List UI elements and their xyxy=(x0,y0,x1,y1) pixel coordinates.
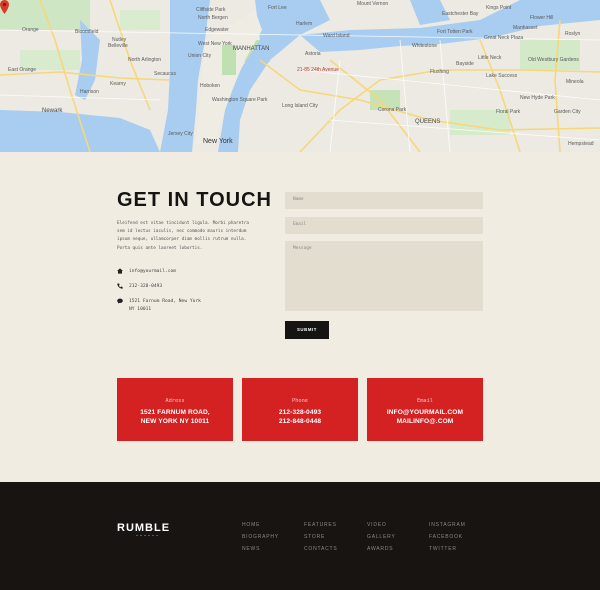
map-pin-label: 21-85 24th Avenue xyxy=(297,67,339,73)
card-label: Adress xyxy=(165,398,185,404)
home-icon xyxy=(117,268,123,274)
map-label: Harlem xyxy=(296,21,313,27)
location-map[interactable]: North Bergen Cliffside Park Edgewater Or… xyxy=(0,0,600,152)
map-label: Roslyn xyxy=(565,31,581,37)
email-field[interactable]: Email xyxy=(285,217,483,234)
phone-icon xyxy=(117,283,123,289)
card-label: Phone xyxy=(292,398,308,404)
card-line: 1521 FARNUM ROAD, xyxy=(140,409,210,416)
chat-bubble-icon xyxy=(117,298,123,304)
map-label: Long Island City xyxy=(282,103,318,109)
map-label: Lake Success xyxy=(486,73,518,79)
map-label: Manhasset xyxy=(513,25,538,31)
map-label: Fort Lee xyxy=(268,5,287,11)
name-field-placeholder: Name xyxy=(293,197,304,202)
map-label: Orange xyxy=(22,27,39,33)
message-field[interactable]: Message xyxy=(285,241,483,311)
map-label: Bayside xyxy=(456,61,474,67)
contact-address: 1521 Farnum Road, New York NY 10011 xyxy=(129,299,201,312)
footer-link-video[interactable]: VIDEO xyxy=(367,522,387,528)
map-label: Hempstead xyxy=(568,141,594,147)
contact-email-row: info@yourmail.com xyxy=(117,268,176,276)
map-label: Eastchester Bay xyxy=(442,11,479,17)
map-label: North Bergen xyxy=(198,15,228,21)
map-label: Kearny xyxy=(110,81,126,87)
map-label: Washington Square Park xyxy=(212,97,268,103)
contact-section: GET IN TOUCH Eleifend est vitae tincidun… xyxy=(0,152,600,482)
map-label: Edgewater xyxy=(205,27,229,33)
footer-link-features[interactable]: FEATURES xyxy=(304,522,337,528)
map-label: Fort Totten Park xyxy=(437,29,473,35)
card-label: Email xyxy=(417,398,433,404)
map-label: QUEENS xyxy=(415,119,441,125)
map-label: Newark xyxy=(42,108,63,114)
name-field[interactable]: Name xyxy=(285,192,483,209)
footer-link-home[interactable]: HOME xyxy=(242,522,260,528)
map-label: Great Neck Plaza xyxy=(484,35,524,41)
map-label: Corona Park xyxy=(378,107,407,113)
footer-link-biography[interactable]: BIOGRAPHY xyxy=(242,534,279,540)
submit-button[interactable]: SUBMIT xyxy=(285,321,329,339)
card-line[interactable]: 212-328-0493 xyxy=(242,409,358,416)
map-label: Belleville xyxy=(108,43,128,49)
map-label: Union City xyxy=(188,53,212,59)
map-label: Flushing xyxy=(430,69,449,75)
footer-link-contacts[interactable]: CONTACTS xyxy=(304,546,338,552)
footer: RUMBLE HOME BIOGRAPHY NEWS FEATURES STOR… xyxy=(0,482,600,590)
card-line[interactable]: 212-848-0448 xyxy=(242,418,358,425)
map-label: Secaucus xyxy=(154,71,176,77)
map-label: Mineola xyxy=(566,79,584,85)
map-label: Kings Point xyxy=(486,5,512,11)
message-field-placeholder: Message xyxy=(293,246,312,251)
contact-email[interactable]: info@yourmail.com xyxy=(129,268,176,276)
footer-link-news[interactable]: NEWS xyxy=(242,546,260,552)
card-line[interactable]: MAILINFO@.COM xyxy=(367,418,483,425)
map-label: East Orange xyxy=(8,67,37,73)
map-label: Ward Island xyxy=(323,33,350,39)
map-label: Garden City xyxy=(554,109,581,115)
map-label: New York xyxy=(203,138,233,145)
map-pin-icon[interactable] xyxy=(0,0,9,14)
map-label: Whitestone xyxy=(412,43,438,49)
map-label: Astoria xyxy=(305,51,321,57)
map-label: Little Neck xyxy=(478,55,502,61)
footer-logo[interactable]: RUMBLE xyxy=(117,522,170,534)
map-label: Jersey City xyxy=(168,131,193,137)
contact-phone-row: 212-328-0493 xyxy=(117,283,162,291)
map-label: Bloomfield xyxy=(75,29,99,35)
footer-link-gallery[interactable]: GALLERY xyxy=(367,534,396,540)
footer-link-store[interactable]: STORE xyxy=(304,534,325,540)
logo-underline-decoration xyxy=(136,535,158,537)
map-label: Old Westbury Gardens xyxy=(528,57,579,63)
map-label: North Arlington xyxy=(128,57,162,63)
email-field-placeholder: Email xyxy=(293,222,307,227)
address-card: Adress 1521 FARNUM ROAD, NEW YORK NY 100… xyxy=(117,378,233,441)
map-label: Hoboken xyxy=(200,83,221,89)
map-label: West New York xyxy=(198,41,232,47)
map-label: Harrison xyxy=(80,89,99,95)
map-label: Cliffside Park xyxy=(196,7,226,13)
page-title: GET IN TOUCH xyxy=(117,189,272,211)
footer-link-awards[interactable]: AWARDS xyxy=(367,546,393,552)
map-label: Floral Park xyxy=(496,109,521,115)
email-card: Email INFO@YOURMAIL.COM MAILINFO@.COM xyxy=(367,378,483,441)
footer-link-facebook[interactable]: FACEBOOK xyxy=(429,534,463,540)
footer-link-instagram[interactable]: INSTAGRAM xyxy=(429,522,466,528)
contact-phone[interactable]: 212-328-0493 xyxy=(129,283,162,291)
contact-address-row: 1521 Farnum Road, New York NY 10011 xyxy=(117,298,201,314)
phone-card: Phone 212-328-0493 212-848-0448 xyxy=(242,378,358,441)
map-label: Flower Hill xyxy=(530,15,554,21)
card-line[interactable]: INFO@YOURMAIL.COM xyxy=(367,409,483,416)
contact-description: Eleifend est vitae tincidunt ligula. Mor… xyxy=(117,221,249,251)
footer-link-twitter[interactable]: TWITTER xyxy=(429,546,457,552)
map-label: MANHATTAN xyxy=(233,46,270,52)
card-line: NEW YORK NY 10011 xyxy=(140,418,210,425)
map-label: New Hyde Park xyxy=(520,95,555,101)
map-label: Mount Vernon xyxy=(357,1,389,7)
